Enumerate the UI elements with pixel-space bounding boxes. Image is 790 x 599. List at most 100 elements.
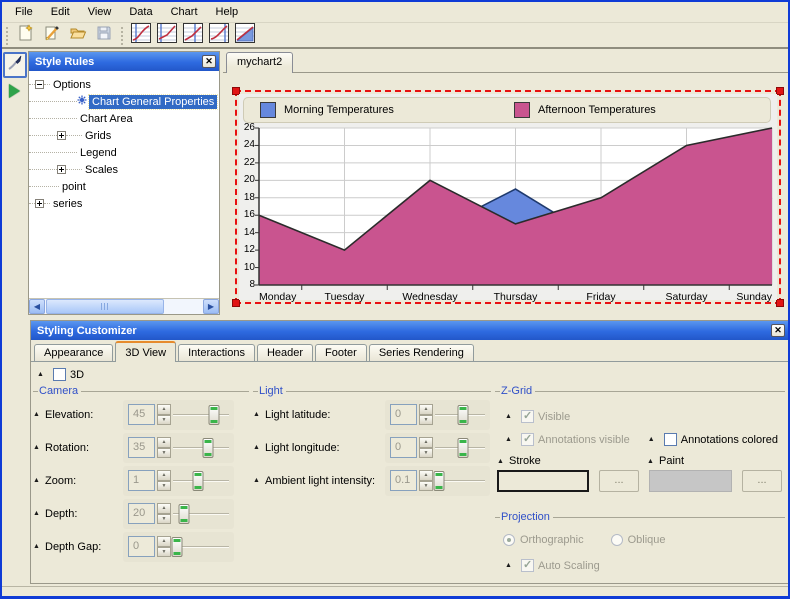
style-wizard-button[interactable]: [40, 25, 64, 47]
spin-down-icon[interactable]: ▼: [157, 514, 171, 525]
spinner[interactable]: ▲▼: [157, 536, 171, 557]
tree-item-chart-area[interactable]: Chart Area: [29, 110, 136, 127]
plot-area[interactable]: [259, 128, 772, 285]
spin-down-icon[interactable]: ▼: [157, 415, 171, 426]
expand-icon[interactable]: [57, 165, 66, 174]
tab-header[interactable]: Header: [257, 344, 313, 362]
chart[interactable]: Morning TemperaturesAfternoon Temperatur…: [239, 94, 777, 300]
spin-up-icon[interactable]: ▲: [157, 503, 171, 514]
scroll-left-icon[interactable]: ◀: [29, 299, 45, 314]
scroll-right-icon[interactable]: ▶: [203, 299, 219, 314]
spin-up-icon[interactable]: ▲: [157, 404, 171, 415]
selection-handle[interactable]: [776, 87, 784, 95]
paint-preview[interactable]: [649, 470, 732, 492]
spin-down-icon[interactable]: ▼: [157, 481, 171, 492]
close-icon[interactable]: ✕: [202, 55, 216, 68]
tab-mychart2[interactable]: mychart2: [226, 52, 293, 73]
chart-type-1-button[interactable]: [129, 25, 153, 47]
slider-thumb[interactable]: [434, 471, 445, 491]
stroke-preview[interactable]: [497, 470, 589, 492]
selection-rect[interactable]: Morning TemperaturesAfternoon Temperatur…: [235, 90, 781, 304]
expand-icon[interactable]: [57, 131, 66, 140]
slider[interactable]: [173, 470, 229, 492]
slider-thumb[interactable]: [457, 438, 468, 458]
tree-item-scales[interactable]: Scales: [29, 161, 121, 178]
chart-type-4-button[interactable]: [207, 25, 231, 47]
stroke-ellipsis-button[interactable]: ...: [599, 470, 639, 492]
tree-item-series[interactable]: series: [29, 195, 85, 212]
oblique-radio[interactable]: [611, 534, 623, 546]
menu-help[interactable]: Help: [207, 3, 248, 21]
slider-thumb[interactable]: [172, 537, 183, 557]
menu-chart[interactable]: Chart: [162, 3, 207, 21]
customizer-titlebar[interactable]: Styling Customizer ✕: [31, 321, 788, 340]
value-field[interactable]: 1: [128, 470, 155, 491]
expand-icon[interactable]: [35, 199, 44, 208]
tree-item-options[interactable]: Options: [29, 76, 94, 93]
slider-thumb[interactable]: [457, 405, 468, 425]
spin-down-icon[interactable]: ▼: [419, 448, 433, 459]
toolbar-grip[interactable]: [120, 27, 124, 45]
menu-view[interactable]: View: [79, 3, 121, 21]
menu-edit[interactable]: Edit: [42, 3, 79, 21]
spin-down-icon[interactable]: ▼: [419, 481, 433, 492]
auto-scaling-checkbox[interactable]: [521, 559, 534, 572]
value-field[interactable]: 35: [128, 437, 155, 458]
spin-up-icon[interactable]: ▲: [157, 536, 171, 547]
styler-mode-button[interactable]: [3, 52, 27, 78]
tab-series-rendering[interactable]: Series Rendering: [369, 344, 474, 362]
value-field[interactable]: 0.1: [390, 470, 417, 491]
spinner[interactable]: ▲▼: [419, 404, 433, 425]
tab-appearance[interactable]: Appearance: [34, 344, 113, 362]
tab-footer[interactable]: Footer: [315, 344, 367, 362]
value-field[interactable]: 20: [128, 503, 155, 524]
slider[interactable]: [435, 437, 485, 459]
scrollbar-thumb[interactable]: [46, 299, 164, 314]
slider[interactable]: [173, 404, 229, 426]
spin-up-icon[interactable]: ▲: [157, 470, 171, 481]
orthographic-radio[interactable]: [503, 534, 515, 546]
spinner[interactable]: ▲▼: [157, 404, 171, 425]
slider[interactable]: [173, 536, 229, 558]
value-field[interactable]: 45: [128, 404, 155, 425]
slider[interactable]: [173, 437, 229, 459]
slider-thumb[interactable]: [209, 405, 220, 425]
new-chart-button[interactable]: [14, 25, 38, 47]
paint-ellipsis-button[interactable]: ...: [742, 470, 782, 492]
spin-up-icon[interactable]: ▲: [419, 404, 433, 415]
close-icon[interactable]: ✕: [771, 324, 785, 337]
spinner[interactable]: ▲▼: [419, 470, 433, 491]
3d-checkbox[interactable]: [53, 368, 66, 381]
menu-data[interactable]: Data: [120, 3, 161, 21]
menu-file[interactable]: File: [6, 3, 42, 21]
spin-up-icon[interactable]: ▲: [157, 437, 171, 448]
selection-handle[interactable]: [776, 299, 784, 307]
tab-interactions[interactable]: Interactions: [178, 344, 255, 362]
slider-thumb[interactable]: [203, 438, 214, 458]
spin-up-icon[interactable]: ▲: [419, 437, 433, 448]
value-field[interactable]: 0: [128, 536, 155, 557]
tree-item-point[interactable]: point: [29, 178, 89, 195]
annotations-visible-checkbox[interactable]: [521, 433, 534, 446]
collapse-icon[interactable]: [35, 80, 44, 89]
save-button[interactable]: [92, 25, 116, 47]
value-field[interactable]: 0: [390, 404, 417, 425]
spin-up-icon[interactable]: ▲: [419, 470, 433, 481]
spinner[interactable]: ▲▼: [157, 470, 171, 491]
slider-thumb[interactable]: [179, 504, 190, 524]
chart-type-5-button[interactable]: [233, 25, 257, 47]
spinner[interactable]: ▲▼: [157, 437, 171, 458]
slider[interactable]: [435, 404, 485, 426]
slider-thumb[interactable]: [192, 471, 203, 491]
tree-item-grids[interactable]: Grids: [29, 127, 114, 144]
value-field[interactable]: 0: [390, 437, 417, 458]
selection-handle[interactable]: [232, 299, 240, 307]
chart-type-2-button[interactable]: [155, 25, 179, 47]
tree-item-chart-general-properties[interactable]: Chart General Properties: [29, 93, 217, 110]
visible-checkbox[interactable]: [521, 410, 534, 423]
spin-down-icon[interactable]: ▼: [157, 547, 171, 558]
spinner[interactable]: ▲▼: [157, 503, 171, 524]
toolbar-grip[interactable]: [5, 27, 9, 45]
slider[interactable]: [173, 503, 229, 525]
chart-type-3-button[interactable]: [181, 25, 205, 47]
